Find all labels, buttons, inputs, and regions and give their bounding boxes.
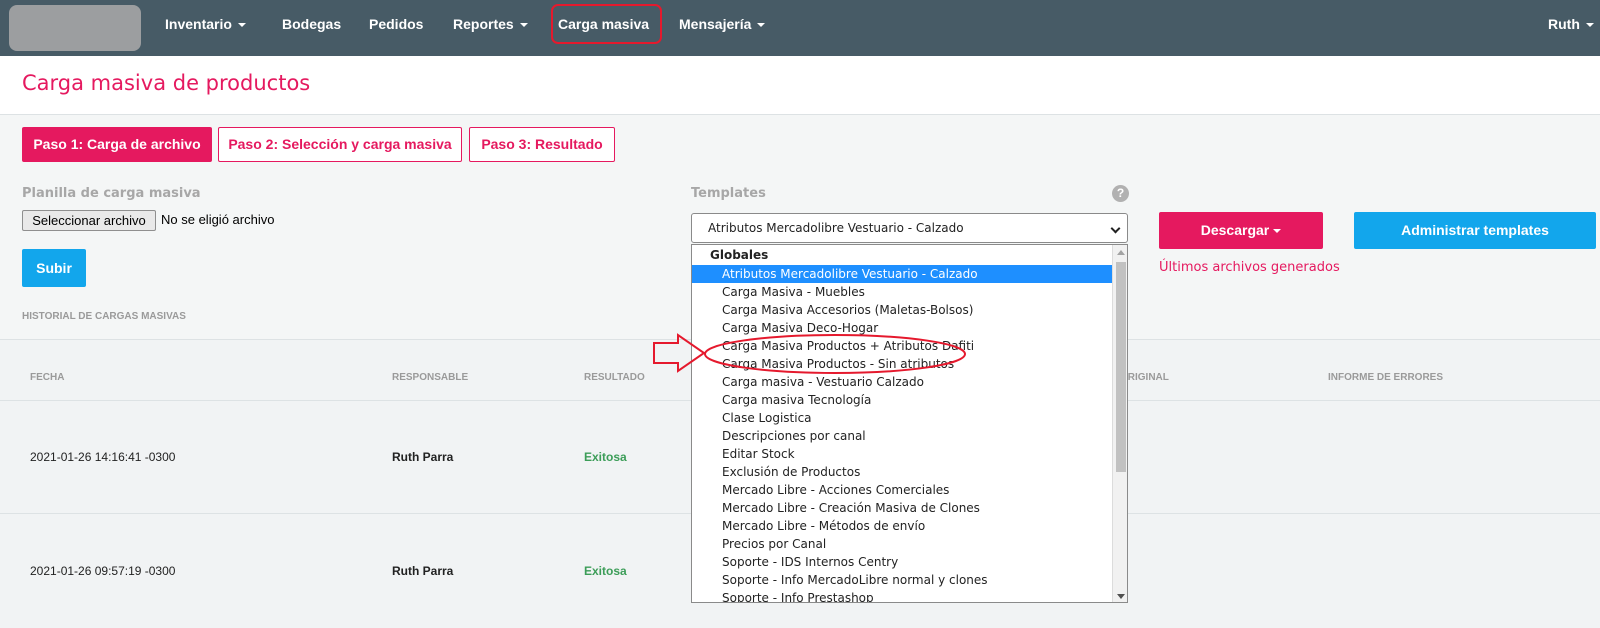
template-option[interactable]: Carga Masiva Accesorios (Maletas-Bolsos) <box>692 301 1112 319</box>
template-option[interactable]: Carga masiva Tecnología <box>692 391 1112 409</box>
template-dropdown-list: Globales Atributos Mercadolibre Vestuari… <box>691 244 1128 603</box>
chevron-down-icon <box>1110 223 1121 234</box>
scroll-up-icon[interactable] <box>1117 250 1125 255</box>
cell-resultado: Exitosa <box>584 564 627 578</box>
template-option[interactable]: Descripciones por canal <box>692 427 1112 445</box>
nav-inventario[interactable]: Inventario <box>165 15 246 37</box>
history-label: HISTORIAL DE CARGAS MASIVAS <box>22 311 186 322</box>
user-menu[interactable]: Ruth <box>1548 15 1594 37</box>
caret-down-icon <box>1585 23 1594 27</box>
option-group-label: Globales <box>710 248 769 262</box>
top-navbar: Inventario Bodegas Pedidos Reportes Carg… <box>0 0 1600 56</box>
recent-files-link[interactable]: Últimos archivos generados <box>1159 260 1340 275</box>
template-option[interactable]: Mercado Libre - Creación Masiva de Clone… <box>692 499 1112 517</box>
upload-button[interactable]: Subir <box>22 249 86 287</box>
page-title: Carga masiva de productos <box>22 71 311 95</box>
help-icon[interactable]: ? <box>1112 185 1129 202</box>
annotation-overlay <box>653 333 966 374</box>
scrollbar-thumb[interactable] <box>1116 262 1126 472</box>
annotation-ellipse <box>704 334 966 374</box>
template-option[interactable]: Soporte - Info Prestashop <box>692 589 1112 602</box>
upload-label: Planilla de carga masiva <box>22 186 201 201</box>
download-button[interactable]: Descargar <box>1159 212 1323 249</box>
col-resultado: RESULTADO <box>584 372 645 383</box>
template-option[interactable]: Mercado Libre - Métodos de envío <box>692 517 1112 535</box>
tab-step-3[interactable]: Paso 3: Resultado <box>469 127 615 162</box>
file-status: No se eligió archivo <box>161 212 275 227</box>
scroll-down-icon[interactable] <box>1117 594 1125 599</box>
tab-step-2[interactable]: Paso 2: Selección y carga masiva <box>218 127 462 162</box>
dropdown-scrollbar[interactable] <box>1112 245 1127 602</box>
template-option[interactable]: Exclusión de Productos <box>692 463 1112 481</box>
template-option[interactable]: Precios por Canal <box>692 535 1112 553</box>
file-select-button[interactable]: Seleccionar archivo <box>22 210 156 231</box>
annotation-arrow-icon <box>653 333 706 373</box>
page-header: Carga masiva de productos <box>0 56 1600 115</box>
template-option[interactable]: Clase Logistica <box>692 409 1112 427</box>
template-select-value: Atributos Mercadolibre Vestuario - Calza… <box>708 221 964 235</box>
col-errores: INFORME DE ERRORES <box>1328 372 1444 383</box>
nav-mensajeria[interactable]: Mensajería <box>679 15 766 37</box>
caret-down-icon <box>1273 229 1282 233</box>
logo[interactable] <box>9 5 141 51</box>
cell-responsable: Ruth Parra <box>392 564 454 578</box>
nav-pedidos[interactable]: Pedidos <box>369 15 423 37</box>
caret-down-icon <box>519 23 528 27</box>
template-option[interactable]: Soporte - Info MercadoLibre normal y clo… <box>692 571 1112 589</box>
cell-responsable: Ruth Parra <box>392 450 454 464</box>
template-option[interactable]: Soporte - IDS Internos Centry <box>692 553 1112 571</box>
cell-fecha: 2021-01-26 09:57:19 -0300 <box>30 564 176 578</box>
caret-down-icon <box>757 23 766 27</box>
nav-reportes[interactable]: Reportes <box>453 15 528 37</box>
cell-fecha: 2021-01-26 14:16:41 -0300 <box>30 450 176 464</box>
manage-templates-button[interactable]: Administrar templates <box>1354 212 1596 249</box>
template-select[interactable]: Atributos Mercadolibre Vestuario - Calza… <box>691 213 1128 243</box>
col-fecha: FECHA <box>30 372 65 383</box>
nav-bodegas[interactable]: Bodegas <box>282 15 341 37</box>
template-option[interactable]: Editar Stock <box>692 445 1112 463</box>
templates-label: Templates <box>691 186 766 201</box>
annotation-circle <box>551 4 662 44</box>
col-responsable: RESPONSABLE <box>392 372 469 383</box>
tab-step-1[interactable]: Paso 1: Carga de archivo <box>22 127 212 162</box>
caret-down-icon <box>237 23 246 27</box>
template-option[interactable]: Mercado Libre - Acciones Comerciales <box>692 481 1112 499</box>
template-option[interactable]: Atributos Mercadolibre Vestuario - Calza… <box>692 265 1112 283</box>
cell-resultado: Exitosa <box>584 450 627 464</box>
template-option[interactable]: Carga Masiva - Muebles <box>692 283 1112 301</box>
